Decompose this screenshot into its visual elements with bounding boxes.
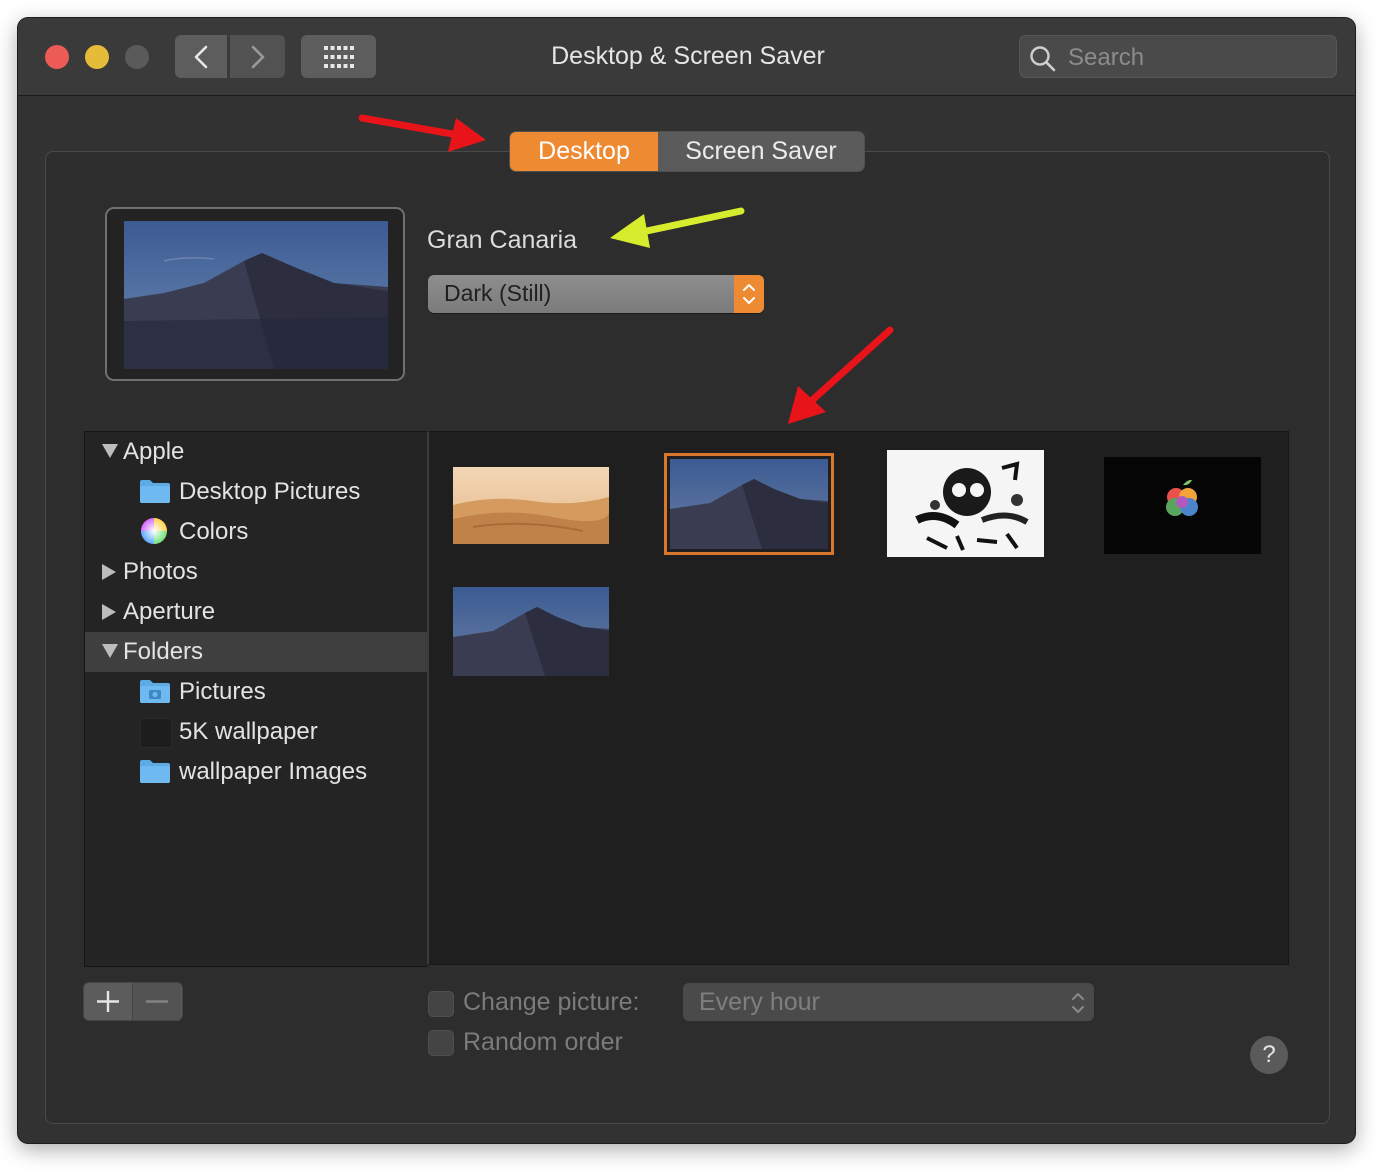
close-window-button[interactable] bbox=[45, 45, 69, 69]
back-button[interactable] bbox=[175, 35, 227, 78]
thumbnail-desert-day[interactable] bbox=[453, 467, 609, 544]
sidebar-item-label: 5K wallpaper bbox=[179, 718, 318, 745]
random-order-checkbox[interactable] bbox=[428, 1030, 454, 1056]
sidebar-item-wallpaper-images[interactable]: wallpaper Images bbox=[85, 752, 428, 792]
tab-control: Desktop Screen Saver bbox=[510, 132, 864, 171]
thumbnail-mojave-night-2[interactable] bbox=[453, 587, 609, 676]
sidebar-item-photos[interactable]: Photos bbox=[85, 552, 428, 592]
tab-screen-saver[interactable]: Screen Saver bbox=[658, 132, 864, 171]
search-input[interactable] bbox=[1066, 36, 1330, 79]
chevron-left-icon bbox=[194, 45, 208, 68]
add-remove-control bbox=[84, 983, 182, 1020]
remove-folder-button[interactable] bbox=[132, 983, 181, 1020]
tab-desktop[interactable]: Desktop bbox=[510, 132, 658, 171]
appearance-popup-value: Dark (Still) bbox=[444, 280, 552, 306]
search-field[interactable] bbox=[1019, 35, 1337, 79]
source-list: Apple Desktop Pictures Colors Photos Ape… bbox=[84, 431, 428, 967]
disclosure-right-icon[interactable] bbox=[102, 604, 116, 620]
change-picture-checkbox[interactable] bbox=[428, 991, 454, 1017]
sidebar-item-label: wallpaper Images bbox=[179, 758, 368, 785]
sidebar-item-label: Pictures bbox=[179, 678, 266, 705]
add-folder-button[interactable] bbox=[84, 983, 132, 1020]
chevron-right-icon bbox=[251, 45, 264, 68]
minimize-window-button[interactable] bbox=[85, 45, 109, 69]
disclosure-right-icon[interactable] bbox=[102, 564, 116, 580]
disclosure-down-icon[interactable] bbox=[102, 444, 118, 458]
sidebar-item-label: Desktop Pictures bbox=[179, 478, 361, 505]
disclosure-down-icon[interactable] bbox=[102, 644, 118, 658]
window-title: Desktop & Screen Saver bbox=[551, 42, 825, 70]
show-all-button[interactable] bbox=[301, 35, 376, 78]
sidebar-item-label: Aperture bbox=[123, 598, 216, 625]
zoom-window-button[interactable] bbox=[125, 45, 149, 69]
interval-popup[interactable]: Every hour bbox=[683, 983, 1094, 1021]
interval-popup-value: Every hour bbox=[699, 988, 820, 1016]
wallpaper-name: Gran Canaria bbox=[427, 226, 578, 254]
sidebar-item-label: Photos bbox=[123, 558, 198, 585]
updown-arrows-icon bbox=[1072, 993, 1084, 1013]
thumbnail-sketch-art[interactable] bbox=[887, 450, 1044, 557]
minus-icon bbox=[146, 1000, 168, 1003]
preferences-window: Desktop & Screen Saver Desktop Screen Sa… bbox=[18, 18, 1355, 1143]
color-wheel-icon bbox=[141, 518, 167, 544]
grid-icon bbox=[323, 45, 354, 68]
search-icon bbox=[1030, 46, 1056, 72]
sidebar-item-label: Colors bbox=[179, 518, 249, 545]
sidebar-item-label: Apple bbox=[123, 438, 185, 465]
pictures-folder-icon bbox=[140, 680, 170, 703]
folder-icon bbox=[140, 480, 170, 503]
wallpaper-preview-image bbox=[124, 221, 388, 369]
wallpaper-grid bbox=[427, 431, 1289, 965]
thumbnail-mojave-night[interactable] bbox=[664, 453, 834, 555]
sidebar-item-aperture[interactable]: Aperture bbox=[85, 592, 428, 632]
sidebar-item-pictures[interactable]: Pictures bbox=[85, 672, 428, 712]
sidebar-item-5k-wallpaper[interactable]: 5K wallpaper bbox=[85, 712, 428, 752]
sidebar-item-desktop-pictures[interactable]: Desktop Pictures bbox=[85, 472, 428, 512]
title-bar: Desktop & Screen Saver bbox=[18, 18, 1355, 96]
sidebar-item-apple[interactable]: Apple bbox=[85, 432, 428, 472]
sidebar-item-colors[interactable]: Colors bbox=[85, 512, 428, 552]
plus-icon bbox=[97, 991, 119, 1012]
random-order-label: Random order bbox=[463, 1028, 623, 1056]
help-button[interactable]: ? bbox=[1250, 1036, 1288, 1074]
sidebar-item-folders[interactable]: Folders bbox=[85, 632, 428, 672]
dark-thumbnail-icon bbox=[140, 718, 172, 748]
forward-button[interactable] bbox=[230, 35, 285, 78]
appearance-popup[interactable]: Dark (Still) bbox=[428, 275, 764, 313]
change-picture-label: Change picture: bbox=[463, 988, 640, 1016]
folder-icon bbox=[140, 760, 170, 783]
sidebar-item-label: Folders bbox=[123, 638, 204, 665]
thumbnail-apple-logo[interactable] bbox=[1104, 457, 1261, 554]
wallpaper-preview bbox=[105, 207, 405, 381]
updown-arrows-icon bbox=[734, 275, 764, 313]
